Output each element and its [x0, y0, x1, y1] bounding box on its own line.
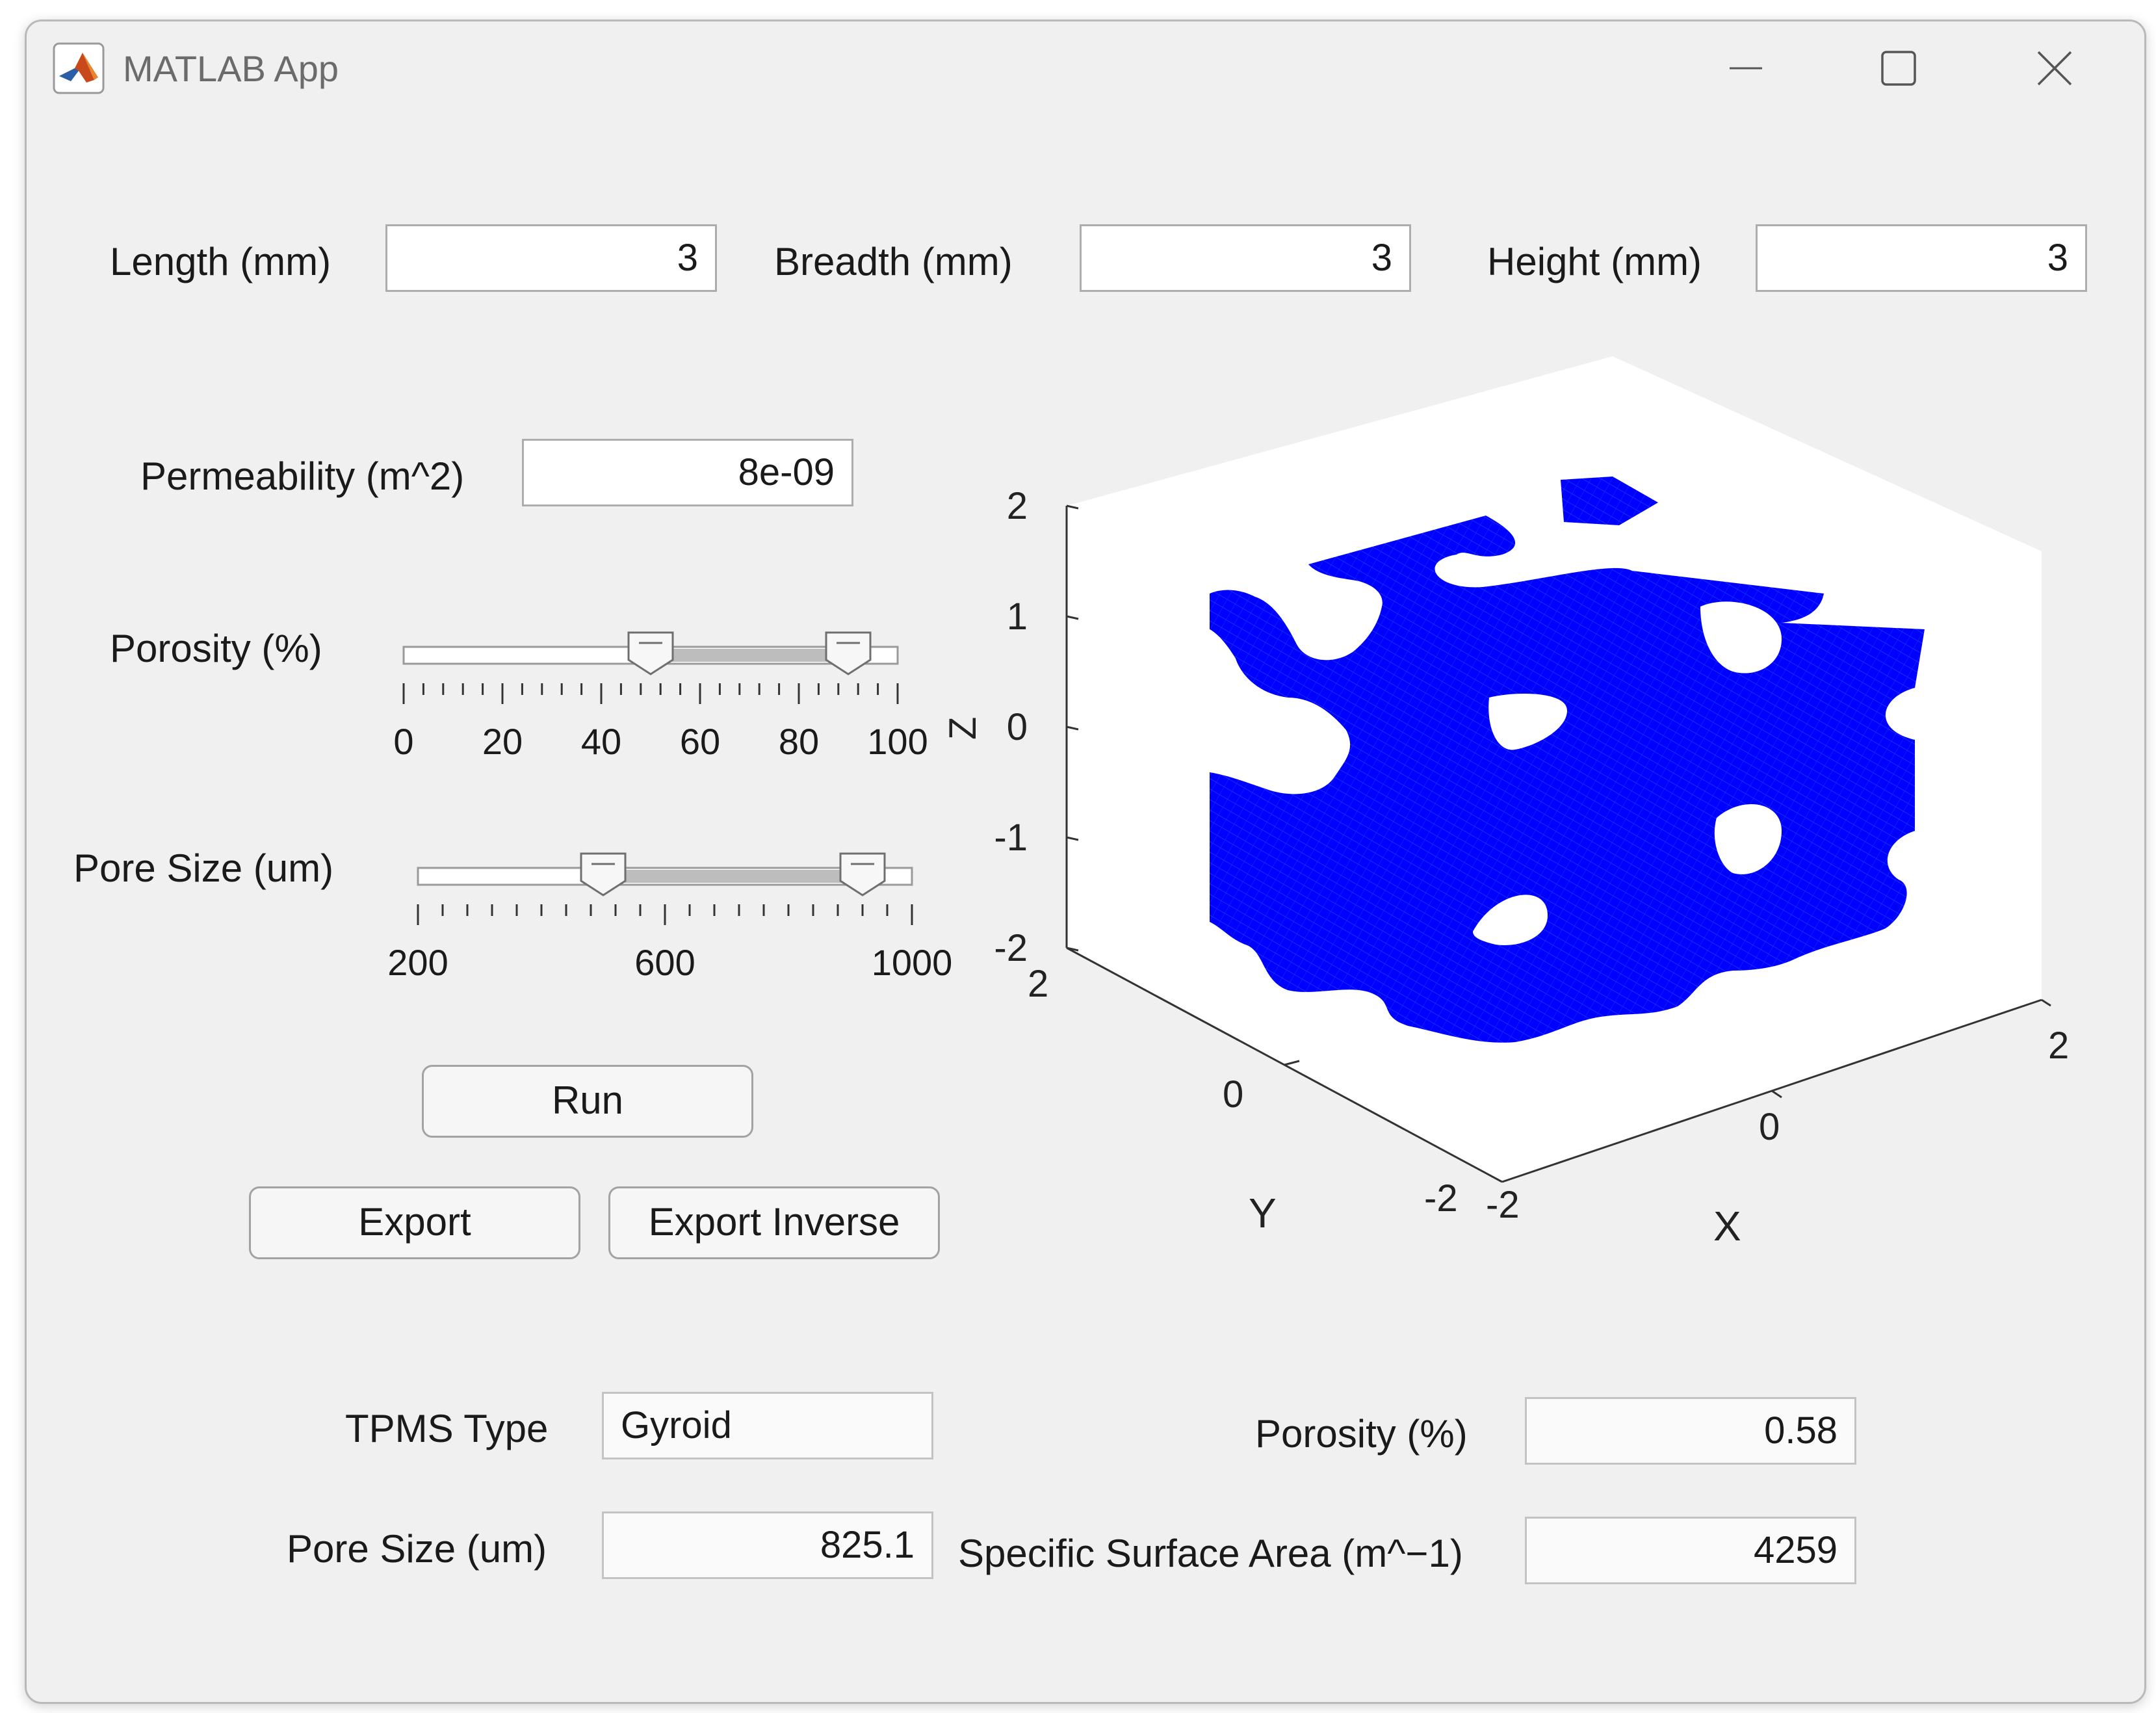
permeability-field[interactable]: 8e-09 — [522, 439, 853, 506]
export-inverse-button[interactable]: Export Inverse — [608, 1186, 940, 1259]
porosity-slider-tick-label: 0 — [393, 721, 414, 762]
close-icon[interactable] — [2019, 37, 2090, 99]
title-bar[interactable]: MATLAB App — [27, 21, 2144, 119]
plot-axes-background — [1067, 356, 2042, 1182]
porosity-slider-tick-label: 60 — [679, 721, 721, 762]
length-field[interactable]: 3 — [385, 224, 717, 292]
breadth-label: Breadth (mm) — [774, 240, 1013, 283]
pore-slider-low-thumb[interactable] — [580, 852, 627, 896]
porosity-result-field: 0.58 — [1525, 1397, 1856, 1465]
z-tick-label: 0 — [1007, 706, 1028, 748]
pore-slider-high-thumb[interactable] — [839, 852, 886, 896]
pore-size-result-field: 825.1 — [602, 1511, 933, 1579]
length-label: Length (mm) — [110, 240, 331, 283]
y-tick-label: 0 — [1223, 1073, 1243, 1116]
pore-slider-tick-label: 200 — [387, 942, 448, 983]
ssa-result-label: Specific Surface Area (m^−1) — [958, 1532, 1463, 1575]
ssa-result-field: 4259 — [1525, 1517, 1856, 1584]
x-axis-line — [1501, 999, 2042, 1183]
y-tick-label: -2 — [1424, 1177, 1458, 1220]
pore-size-slider-label: Pore Size (um) — [73, 846, 334, 890]
porosity-slider-tick-label: 100 — [867, 721, 928, 762]
pore-size-range-slider[interactable]: 200 600 1000 — [387, 852, 952, 984]
maximize-icon[interactable] — [1863, 37, 1934, 99]
porosity-slider-low-thumb[interactable] — [627, 631, 674, 675]
gyroid-surface — [1210, 477, 1925, 1043]
y-axis-label: Y — [1249, 1190, 1277, 1236]
porosity-slider-tick-label: 20 — [482, 721, 523, 762]
z-tick-label: 2 — [1007, 485, 1028, 527]
height-label: Height (mm) — [1487, 240, 1702, 283]
pore-size-result-label: Pore Size (um) — [287, 1527, 547, 1571]
x-tick-label: -2 — [1486, 1184, 1520, 1226]
pore-slider-selected-range — [603, 870, 863, 883]
porosity-slider-track[interactable] — [397, 631, 899, 711]
export-button[interactable]: Export — [249, 1186, 580, 1259]
x-tick-label: 0 — [1759, 1106, 1780, 1148]
run-button[interactable]: Run — [422, 1065, 753, 1138]
z-tick-label: 1 — [1007, 595, 1028, 638]
matlab-logo-icon — [53, 42, 105, 94]
y-axis-line — [1066, 947, 1503, 1183]
z-axis-label: Z — [942, 717, 984, 740]
porosity-result-label: Porosity (%) — [1255, 1412, 1468, 1456]
porosity-slider-tick-label: 80 — [778, 721, 820, 762]
pore-slider-tick-label: 1000 — [871, 942, 953, 983]
porosity-range-slider[interactable]: 0 20 40 60 80 100 — [393, 631, 928, 763]
z-tick-label: -2 — [994, 927, 1028, 969]
tpms-type-label: TPMS Type — [345, 1407, 549, 1450]
porosity-slider-selected-range — [651, 649, 848, 662]
app-window: MATLAB App Length (mm) 3 Breadth (mm) 3 … — [25, 20, 2146, 1704]
y-tick-label: 2 — [1028, 963, 1048, 1005]
pore-slider-tick-label: 600 — [634, 942, 695, 983]
height-field[interactable]: 3 — [1756, 224, 2087, 292]
porosity-slider-label: Porosity (%) — [110, 627, 322, 670]
porosity-slider-tick-label: 40 — [580, 721, 622, 762]
x-tick-label: 2 — [2048, 1025, 2069, 1067]
pore-size-slider-track[interactable] — [411, 852, 913, 932]
minimize-icon[interactable] — [1710, 37, 1782, 99]
breadth-field[interactable]: 3 — [1080, 224, 1411, 292]
window-title: MATLAB App — [123, 48, 339, 89]
permeability-label: Permeability (m^2) — [140, 454, 465, 498]
porosity-slider-high-thumb[interactable] — [825, 631, 872, 675]
x-axis-label: X — [1713, 1203, 1741, 1249]
tpms-type-field: Gyroid — [602, 1392, 933, 1459]
z-tick-label: -1 — [994, 817, 1028, 859]
